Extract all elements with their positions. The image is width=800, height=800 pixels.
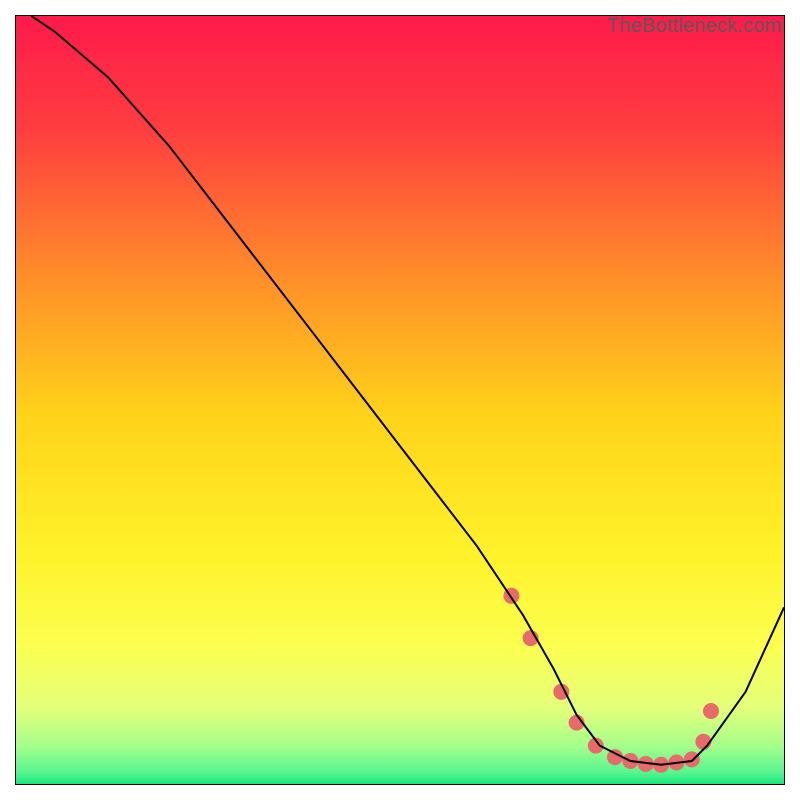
chart-frame: TheBottleneck.com <box>15 15 785 785</box>
marker-dot <box>703 703 719 719</box>
chart-background <box>16 16 784 784</box>
chart-plot <box>16 16 784 784</box>
watermark-label: TheBottleneck.com <box>607 15 782 38</box>
marker-dot <box>684 751 700 767</box>
